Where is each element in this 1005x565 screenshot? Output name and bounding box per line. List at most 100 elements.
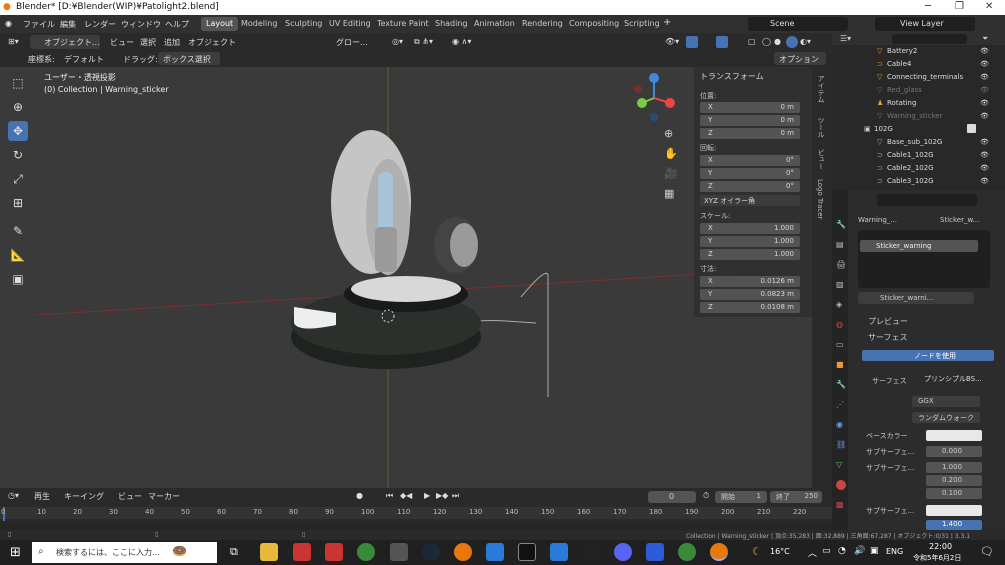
add-cube-icon[interactable]: ▣ <box>8 269 28 289</box>
store-icon[interactable] <box>550 543 568 561</box>
tab-texture-paint[interactable]: Texture Paint <box>372 17 434 31</box>
constraints-tab-icon[interactable]: ⛓ <box>836 440 846 449</box>
mode-selector[interactable]: オブジェクト... <box>30 35 100 49</box>
distribution-select[interactable]: GGX <box>912 396 980 407</box>
outliner-row[interactable]: ⊃ Cable3_102G 👁 <box>832 175 1005 188</box>
windows-start-icon[interactable]: ⊞ <box>10 545 21 560</box>
tool-tab-icon[interactable]: 🔧 <box>836 220 846 229</box>
tab-tool[interactable]: ツール <box>816 117 826 138</box>
menu-help[interactable]: ヘルプ <box>165 19 189 30</box>
loc-x-field[interactable]: X0 m <box>700 102 800 113</box>
weather-icon[interactable]: ☾ <box>752 545 762 558</box>
blender-taskbar-icon[interactable] <box>454 543 472 561</box>
jump-end-icon[interactable]: ⏭ <box>452 491 459 501</box>
notion-icon[interactable] <box>518 543 536 561</box>
pivot-icon[interactable]: ◎▾ <box>392 37 403 46</box>
scene-tab-icon[interactable]: ◈ <box>836 300 842 309</box>
loc-z-field[interactable]: Z0 m <box>700 128 800 139</box>
output-tab-icon[interactable]: 🖨 <box>836 260 846 269</box>
visibility-icon[interactable]: 👁▾ <box>665 37 679 46</box>
close-button[interactable]: ✕ <box>985 1 993 12</box>
modifier-tab-icon[interactable]: 🔧 <box>836 380 846 389</box>
shading-solid-icon[interactable]: ● <box>774 37 781 46</box>
menu-keying[interactable]: キーイング <box>64 491 104 502</box>
tab-uv-editing[interactable]: UV Editing <box>324 17 376 31</box>
timeline-editor-icon[interactable]: ◷▾ <box>8 491 19 500</box>
surface-shader-selector[interactable]: プリンシプルBS... <box>924 374 982 384</box>
maximize-button[interactable]: ❐ <box>955 1 964 12</box>
outliner-row[interactable]: ♟ Rotating 👁 <box>832 97 1005 110</box>
texture-tab-icon[interactable]: ▩ <box>836 500 844 509</box>
physics-tab-icon[interactable]: ◉ <box>836 420 843 429</box>
camera-icon[interactable]: 🎥 <box>664 167 678 180</box>
scale-icon[interactable]: ⤢ <box>8 169 28 189</box>
tab-logo-tracer[interactable]: Logo Tracer <box>816 179 824 219</box>
app-icon-3[interactable] <box>646 543 664 561</box>
use-nodes-button[interactable]: ノードを使用 <box>862 350 994 361</box>
object-tab-icon[interactable]: ■ <box>836 360 844 369</box>
menu-edit[interactable]: 編集 <box>60 19 76 30</box>
wifi-icon[interactable]: ◔ <box>838 546 846 556</box>
blender-menu-icon[interactable]: ◉ <box>5 19 12 28</box>
current-frame-field[interactable]: 0 <box>648 491 696 503</box>
outliner-editor-icon[interactable]: ☰▾ <box>840 34 851 43</box>
gizmo-toggle-icon[interactable] <box>686 36 698 48</box>
shading-rendered-icon[interactable]: ◐▾ <box>800 37 811 46</box>
editor-type-icon[interactable]: ⊞▾ <box>8 37 19 46</box>
chrome-icon-2[interactable] <box>678 543 696 561</box>
view-layer-selector[interactable]: View Layer <box>875 17 975 31</box>
tab-compositing[interactable]: Compositing <box>564 17 624 31</box>
zoom-icon[interactable]: ⊕ <box>664 127 673 140</box>
clock-date[interactable]: 令和5年6月2日 <box>913 553 961 563</box>
menu-view-timeline[interactable]: ビュー <box>118 491 142 502</box>
tab-animation[interactable]: Animation <box>469 17 520 31</box>
menu-view[interactable]: ビュー <box>110 37 134 48</box>
task-view-icon[interactable]: ⧉ <box>230 545 238 559</box>
particles-tab-icon[interactable]: ⋰ <box>836 400 844 409</box>
tab-view[interactable]: ビュー <box>816 149 826 170</box>
tab-modeling[interactable]: Modeling <box>236 17 282 31</box>
tray-chevron-icon[interactable]: ︿ <box>808 546 817 559</box>
subsurface-color-swatch[interactable] <box>926 505 982 516</box>
clock-time[interactable]: 22:00 <box>929 542 952 551</box>
properties-search-input[interactable] <box>877 194 977 206</box>
cursor-icon[interactable]: ⊕ <box>8 97 28 117</box>
snap-icon[interactable]: ⧉ ⋔▾ <box>414 37 433 47</box>
orientation-selector[interactable]: グロー... <box>336 37 368 48</box>
taskbar-search-input[interactable]: ⌕ 検索するには、ここに入力... 🍩 <box>32 542 217 563</box>
prev-keyframe-icon[interactable]: ◆◀ <box>400 491 412 500</box>
material-slot[interactable]: Sticker_warning <box>860 240 978 252</box>
outliner-row[interactable]: ⊃ Cable4 👁 <box>832 58 1005 71</box>
outliner-row[interactable]: ▽ Base_sub_102G 👁 <box>832 136 1005 149</box>
material-selector[interactable]: Sticker_warni... <box>858 292 974 304</box>
scene-selector[interactable]: Scene <box>748 17 848 31</box>
pdf-reader-icon[interactable] <box>325 543 343 561</box>
tab-rendering[interactable]: Rendering <box>517 17 568 31</box>
base-color-swatch[interactable] <box>926 430 982 441</box>
chrome-icon[interactable] <box>357 543 375 561</box>
record-icon[interactable]: ● <box>356 491 363 500</box>
tab-layout[interactable]: Layout <box>201 17 239 31</box>
data-tab-icon[interactable]: ▽ <box>836 460 842 469</box>
acrobat-icon[interactable] <box>293 543 311 561</box>
volume-icon[interactable]: 🔊 <box>854 546 865 556</box>
loc-y-field[interactable]: Y0 m <box>700 115 800 126</box>
last-field[interactable]: 1.400 <box>926 520 982 530</box>
preview-panel-header[interactable]: プレビュー <box>868 316 908 327</box>
render-tab-icon[interactable]: ▤ <box>836 240 844 249</box>
menu-file[interactable]: ファイル <box>23 19 55 30</box>
outliner-row[interactable]: ▽ Connecting_terminals 👁 <box>832 71 1005 84</box>
minimize-button[interactable]: ─ <box>925 1 931 12</box>
shading-material-icon[interactable] <box>786 36 798 48</box>
add-workspace-icon[interactable]: + <box>663 17 671 28</box>
options-button[interactable]: オプション <box>774 52 826 65</box>
shading-wireframe-icon[interactable]: ◯ <box>762 37 771 46</box>
radius-field-3[interactable]: 0.100 <box>926 488 982 499</box>
file-explorer-icon[interactable] <box>260 543 278 561</box>
dim-x-field[interactable]: X 0.0126 m <box>700 276 800 287</box>
stopwatch-icon[interactable]: ⏱ <box>703 491 709 501</box>
steam-icon[interactable] <box>422 543 440 561</box>
outliner-row[interactable]: ⊃ Cable1_102G 👁 <box>832 149 1005 162</box>
navigation-gizmo[interactable] <box>632 73 682 125</box>
measure-icon[interactable]: 📐 <box>8 245 28 265</box>
